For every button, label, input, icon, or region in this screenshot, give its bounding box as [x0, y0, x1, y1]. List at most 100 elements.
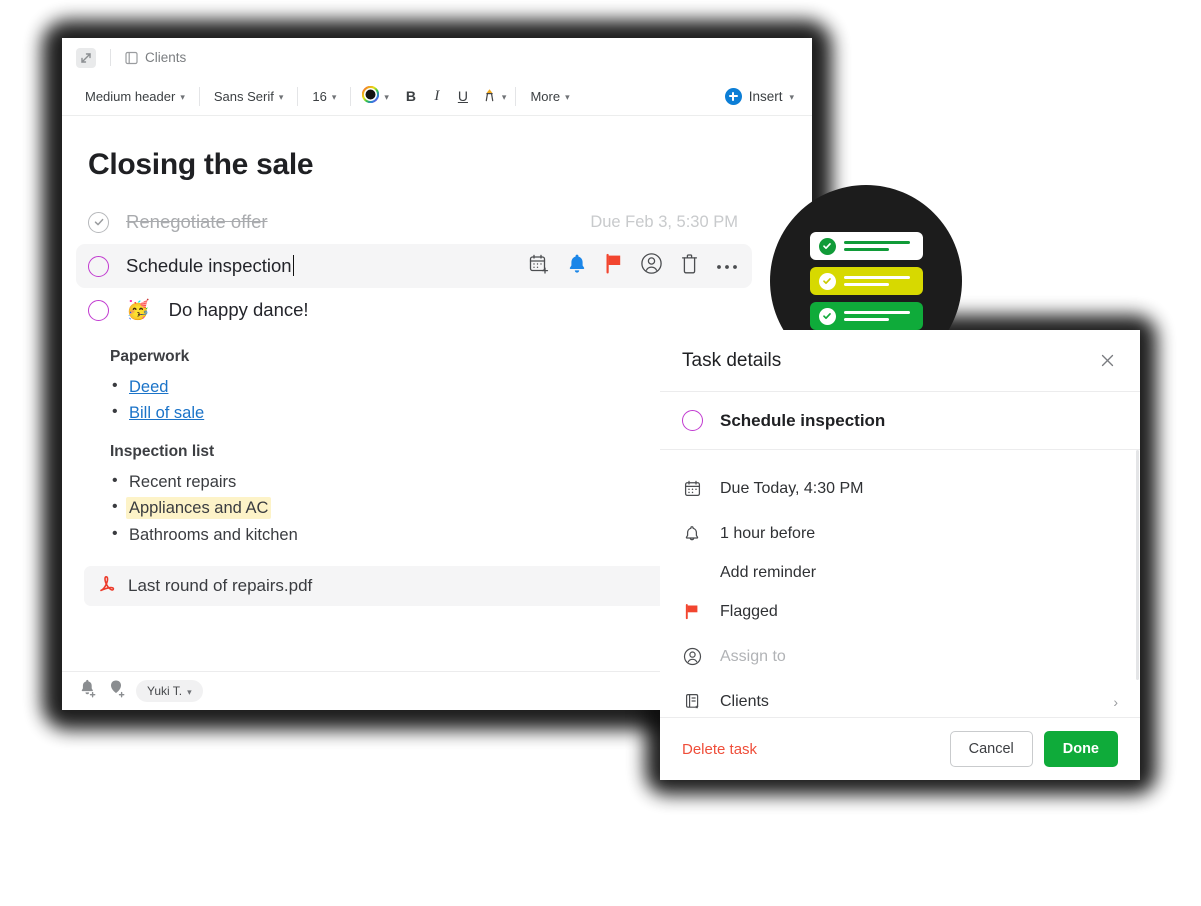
text-color-picker[interactable]: ▾ [356, 82, 398, 110]
close-icon[interactable] [1096, 350, 1118, 372]
list-item-label: Bathrooms and kitchen [129, 525, 298, 544]
link-bill-of-sale[interactable]: Bill of sale [129, 404, 204, 422]
list-item-label: Appliances and AC [126, 497, 272, 520]
task-reminder-row[interactable]: 1 hour before [660, 511, 1140, 556]
task-reminder-label: 1 hour before [720, 524, 816, 542]
pdf-icon [98, 574, 116, 598]
chevron-right-icon: › [1113, 693, 1118, 710]
formatting-toolbar: Medium header ▾ Sans Serif ▾ 16 ▾ ▾ B I … [62, 77, 812, 116]
add-reminder-link[interactable]: Add reminder [660, 556, 1140, 589]
italic-button[interactable]: I [424, 84, 450, 108]
chevron-down-icon: ▾ [501, 91, 507, 102]
badge-bar [809, 302, 923, 330]
ellipsis-icon[interactable] [716, 257, 738, 275]
chevron-down-icon: ▾ [789, 91, 794, 102]
highlighter-icon [482, 87, 497, 106]
trash-icon[interactable] [680, 253, 699, 280]
font-family-dropdown[interactable]: Sans Serif ▾ [205, 85, 293, 108]
paragraph-style-dropdown[interactable]: Medium header ▾ [76, 85, 194, 108]
task-panel-header: Task details [660, 330, 1140, 392]
attachment-name: Last round of repairs.pdf [128, 575, 313, 595]
badge-bar-lines [843, 311, 910, 321]
chevron-down-icon: ▾ [384, 91, 389, 102]
party-face-emoji: 🥳 [126, 300, 150, 321]
task-flag-row[interactable]: Flagged [660, 589, 1140, 634]
done-button[interactable]: Done [1043, 731, 1118, 767]
highlight-picker[interactable]: ▾ [476, 83, 511, 110]
task-due-label: Due Today, 4:30 PM [720, 479, 864, 497]
badge-bar-lines [843, 276, 910, 286]
checkbox-unchecked-icon[interactable] [88, 299, 109, 321]
plus-circle-icon [724, 87, 742, 105]
screenshot-root: Clients Medium header ▾ Sans Serif ▾ 16 … [0, 0, 1201, 906]
user-chip[interactable]: Yuki T. ▾ [136, 680, 203, 702]
delete-task-button[interactable]: Delete task [682, 741, 757, 758]
task-label: Renegotiate offer [126, 211, 268, 232]
checkbox-unchecked-icon[interactable] [682, 410, 703, 431]
check-icon [818, 237, 836, 255]
cancel-button[interactable]: Cancel [949, 731, 1033, 767]
chevron-down-icon: ▾ [565, 91, 570, 102]
flag-icon[interactable] [604, 253, 623, 279]
bold-button[interactable]: B [398, 84, 424, 108]
toolbar-divider [297, 86, 299, 106]
insert-button[interactable]: Insert ▾ [724, 87, 798, 105]
task-panel-task-label: Schedule inspection [720, 410, 886, 430]
task-list-label: Clients [720, 692, 769, 710]
font-size-dropdown[interactable]: 16 ▾ [303, 85, 345, 108]
check-icon [818, 272, 836, 290]
task-row[interactable]: 🥳 Do happy dance! [76, 288, 752, 332]
badge-bar [809, 232, 923, 260]
insert-label: Insert [748, 88, 783, 104]
chevron-down-icon: ▾ [180, 91, 185, 102]
paragraph-style-label: Medium header [85, 88, 176, 104]
badge-bar-lines [843, 241, 910, 251]
text-color-icon [362, 85, 380, 106]
checkbox-unchecked-icon[interactable] [88, 255, 109, 277]
more-label: More [530, 88, 561, 104]
chevron-down-icon: ▾ [331, 91, 337, 102]
chevron-down-icon: ▾ [187, 686, 192, 697]
user-chip-label: Yuki T. [147, 684, 183, 698]
calendar-icon [682, 480, 702, 497]
collapse-arrow-icon[interactable] [76, 47, 96, 68]
more-dropdown[interactable]: More ▾ [521, 85, 578, 108]
bell-icon [682, 525, 702, 542]
check-icon [818, 307, 836, 325]
task-flag-label: Flagged [720, 602, 778, 620]
underline-button[interactable]: U [450, 84, 476, 108]
task-label: Schedule inspection [126, 255, 295, 277]
toolbar-divider [198, 86, 200, 106]
task-assign-row[interactable]: Assign to [660, 634, 1140, 679]
topbar-divider [110, 49, 111, 66]
task-row[interactable]: Renegotiate offer Due Feb 3, 5:30 PM [76, 200, 752, 244]
font-family-label: Sans Serif [213, 88, 274, 104]
toolbar-divider [515, 86, 517, 106]
calendar-add-icon[interactable] [528, 253, 550, 280]
checkbox-checked-icon[interactable] [88, 211, 109, 233]
link-deed[interactable]: Deed [129, 378, 168, 396]
tag-add-icon[interactable] [107, 679, 126, 703]
panel-scrollbar[interactable] [1136, 450, 1139, 680]
task-label: Do happy dance! [168, 299, 309, 320]
bell-add-icon[interactable] [78, 679, 97, 703]
flag-icon [682, 603, 702, 620]
badge-bar [809, 267, 923, 295]
task-actions [528, 252, 738, 280]
font-size-label: 16 [312, 88, 327, 104]
task-panel-title: Task details [682, 349, 782, 371]
task-assign-label: Assign to [720, 647, 786, 665]
chevron-down-icon: ▾ [278, 91, 284, 102]
breadcrumb-label: Clients [145, 50, 187, 65]
document-topbar: Clients [62, 38, 812, 77]
person-icon[interactable] [640, 252, 663, 280]
list-item-label: Recent repairs [129, 472, 237, 491]
note-icon [125, 51, 138, 65]
task-panel-task-row[interactable]: Schedule inspection [660, 392, 1140, 450]
task-row-selected[interactable]: Schedule inspection [76, 244, 752, 288]
breadcrumb[interactable]: Clients [125, 50, 186, 65]
bell-icon[interactable] [567, 253, 587, 279]
task-due-row[interactable]: Due Today, 4:30 PM [660, 466, 1140, 511]
note-star-icon [682, 693, 702, 710]
toolbar-divider [350, 86, 352, 106]
